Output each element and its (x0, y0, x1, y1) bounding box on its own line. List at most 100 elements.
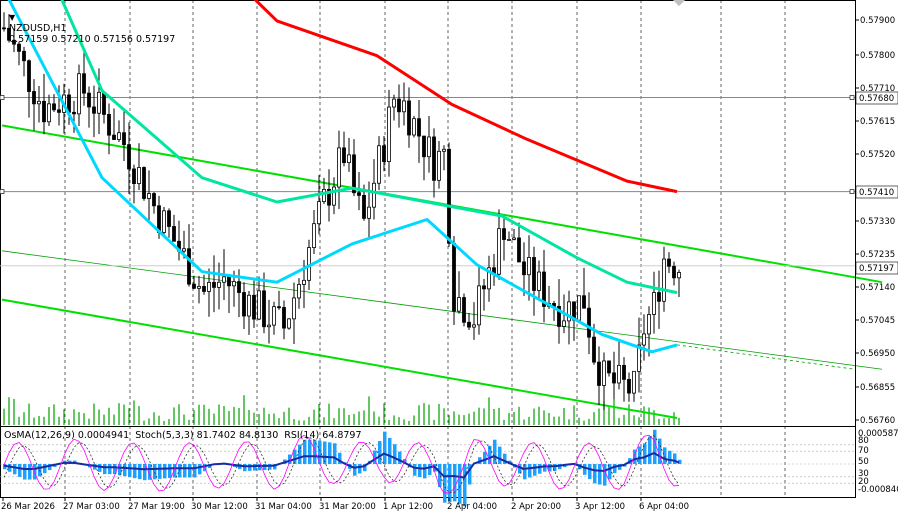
candle-body (317, 201, 321, 225)
candle-body (172, 226, 176, 242)
candle-body (362, 194, 366, 219)
candle-body (107, 114, 111, 136)
price-tick-label: 0.57140 (860, 283, 895, 293)
candle-body (207, 281, 211, 292)
candle-body (392, 98, 396, 108)
candle-body (277, 306, 281, 309)
osma-bar (413, 464, 417, 476)
candle-body (402, 100, 406, 113)
candle-body (632, 370, 636, 394)
osma-bar (393, 444, 397, 464)
osma-bar (353, 464, 357, 476)
candle-body (377, 145, 381, 184)
time-tick-label: 27 Mar 03:00 (63, 502, 120, 512)
candle-body (602, 360, 606, 386)
candle-body (357, 192, 361, 196)
osma-bar (253, 464, 257, 471)
candle-body (57, 109, 61, 113)
osma-bar (648, 436, 652, 464)
candle-body (237, 281, 241, 293)
candle-body (502, 228, 506, 240)
candle-body (522, 261, 526, 276)
candle-body (97, 91, 101, 114)
candle-body (372, 182, 376, 208)
candle-body (137, 167, 141, 185)
osma-bar (463, 464, 467, 507)
candle-body (152, 193, 156, 207)
stoch-level-label: 80 (858, 436, 869, 446)
osma-bar (538, 464, 542, 474)
price-axis: 0.579000.578000.577100.576150.575200.573… (855, 0, 898, 498)
osma-bar (323, 441, 327, 464)
candle-body (32, 91, 36, 105)
candle-body (302, 279, 306, 285)
candle-body (367, 206, 371, 219)
osma-bar (248, 464, 252, 471)
candle-body (162, 210, 166, 233)
osma-bar (428, 464, 432, 476)
osma-bar (378, 441, 382, 464)
osma-bar (423, 464, 427, 479)
price-tick-label: 0.57045 (860, 316, 895, 326)
candle-body (187, 248, 191, 285)
indicator-subwindow (0, 429, 855, 507)
price-tick-label: 0.56760 (860, 416, 895, 426)
indicators-label: OsMA(12,26,9) 0.0004941 Stoch(5,3,3) 81.… (4, 430, 362, 441)
candle-body (77, 73, 81, 115)
candle-body (527, 257, 531, 276)
candle-body (617, 364, 621, 384)
candle-body (37, 100, 41, 105)
osma-bar (158, 464, 162, 479)
candle-body (232, 281, 236, 287)
channel-line (1, 250, 883, 370)
osma-bar (448, 464, 452, 503)
osma-bar (613, 464, 617, 473)
time-tick-label: 3 Apr 12:00 (575, 502, 625, 512)
candle-body (462, 297, 466, 323)
candle-body (437, 150, 441, 181)
candle-body (607, 360, 611, 374)
candle-body (477, 285, 481, 326)
candle-body (597, 361, 601, 386)
candle-body (387, 106, 391, 162)
osma-bar (668, 450, 672, 464)
osma-bar (243, 464, 247, 472)
candle-body (427, 136, 431, 158)
candle-body (482, 285, 486, 290)
candle-body (42, 100, 46, 123)
price-tick-label: 0.57235 (860, 250, 895, 260)
osma-bar (543, 464, 547, 472)
candle-body (102, 91, 106, 115)
candle-body (667, 258, 671, 267)
candle-body (127, 144, 131, 170)
price-tick-label: 0.57800 (860, 51, 895, 61)
candle-body (457, 297, 461, 312)
level-marker (849, 189, 855, 194)
candle-body (677, 272, 681, 279)
osma-bar (143, 464, 147, 481)
osma-bar (108, 464, 112, 475)
osma-bar (593, 464, 597, 484)
candle-body (347, 154, 351, 164)
time-tick-label: 2 Apr 20:00 (511, 502, 561, 512)
horizontal-levels (0, 95, 855, 267)
osma-bar (398, 451, 402, 464)
osma-bar (663, 447, 667, 464)
candle-body (412, 118, 416, 136)
candle-body (82, 73, 86, 94)
price-level-tag: 0.57410 (855, 185, 898, 199)
candle-body (447, 148, 451, 244)
candle-body (627, 379, 631, 394)
candle-body (312, 223, 316, 248)
candle-body (17, 43, 21, 52)
candle-body (52, 103, 56, 111)
symbol-label: NZDUSD,H1 (9, 23, 67, 34)
osma-bar (43, 464, 47, 474)
osma-bar (458, 464, 462, 504)
candle-body (472, 324, 476, 328)
candle-body (117, 132, 121, 140)
candle-body (582, 295, 586, 309)
candle-body (497, 228, 501, 275)
candle-body (167, 210, 171, 227)
candle-body (652, 292, 656, 315)
